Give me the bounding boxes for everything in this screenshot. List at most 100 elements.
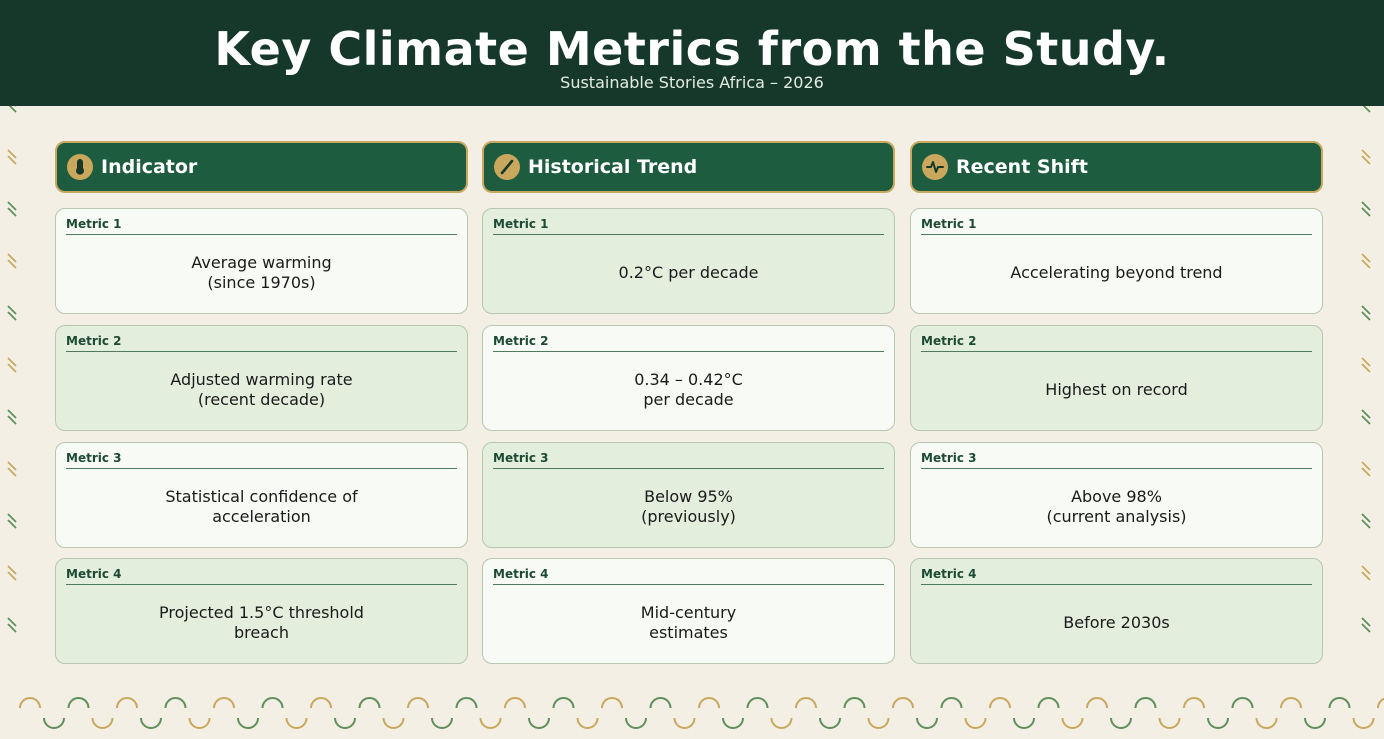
decorative-arc [722,717,744,729]
decorative-dash [7,565,17,581]
decorative-dash [7,461,17,477]
thermometer-icon [67,154,93,180]
metric-card: Metric 3 Above 98% (current analysis) [910,442,1323,548]
divider [493,351,884,352]
metric-tag: Metric 3 [493,451,549,465]
divider [921,234,1312,235]
decorative-arc [964,717,987,729]
decorative-arc [989,697,1011,709]
column-label: Indicator [101,156,198,178]
divider [493,468,884,469]
decorative-dash [7,617,17,633]
decorative-arc [528,717,550,729]
decorative-arc [649,697,672,709]
metric-card: Metric 4 Mid-century estimates [482,558,895,664]
decorative-arc [673,717,696,729]
decorative-dash [7,409,17,425]
metric-value: Mid-century estimates [640,603,737,642]
decorative-dash [1361,409,1371,425]
decorative-arc [1013,717,1035,729]
decorative-arc [1037,697,1060,709]
metric-tag: Metric 4 [66,567,122,581]
decorative-dash [7,253,17,269]
decorative-arc [334,717,356,729]
metric-card: Metric 4 Before 2030s [910,558,1323,664]
page-header: Key Climate Metrics from the Study. Sust… [0,0,1384,106]
column-header-recent-shift: Recent Shift [910,141,1323,193]
decorative-arc [43,717,65,729]
decorative-arc [116,697,138,709]
column-header-indicator: Indicator [55,141,468,193]
metric-tag: Metric 2 [493,334,549,348]
metric-card: Metric 2 Adjusted warming rate (recent d… [55,325,468,431]
metric-value: Adjusted warming rate (recent decade) [170,370,353,409]
metric-tag: Metric 4 [493,567,549,581]
metric-tag: Metric 1 [493,217,549,231]
decorative-arc [843,697,866,709]
decorative-dash [1361,461,1371,477]
divider [493,584,884,585]
trend-line-icon [494,154,520,180]
decorative-arc [552,697,575,709]
decorative-arc [1158,717,1181,729]
decorative-dash [7,201,17,217]
metric-value: 0.34 – 0.42°C per decade [634,370,743,409]
decorative-dash [1361,565,1371,581]
metric-tag: Metric 1 [66,217,122,231]
decorative-arc [1134,697,1157,709]
metric-value: Highest on record [1045,380,1188,399]
page-subtitle: Sustainable Stories Africa – 2026 [560,73,824,92]
decorative-arc [1061,717,1084,729]
decorative-arc [67,697,90,709]
decorative-arc [1183,697,1205,709]
metric-value: Average warming (since 1970s) [191,253,332,292]
metric-value: Before 2030s [1063,613,1170,632]
metric-tag: Metric 4 [921,567,977,581]
column-label: Recent Shift [956,156,1088,178]
divider [921,468,1312,469]
decorative-arc [479,717,502,729]
decorative-dash [1361,201,1371,217]
decorative-arc [892,697,914,709]
decorative-arc [867,717,890,729]
decorative-arc [382,717,405,729]
decorative-dash [7,149,17,165]
divider [493,234,884,235]
decorative-dash [1361,357,1371,373]
decorative-arc [1231,697,1254,709]
metric-value: Below 95% (previously) [641,487,736,526]
decorative-arc [140,717,162,729]
divider [921,584,1312,585]
decorative-dash [1361,305,1371,321]
decorative-arc [1207,717,1229,729]
metric-tag: Metric 2 [66,334,122,348]
decorative-arc [310,697,332,709]
decorative-arc [1110,717,1132,729]
decorative-dash [1361,253,1371,269]
decorative-arc [455,697,478,709]
decorative-dash [7,513,17,529]
pulse-icon [922,154,948,180]
metric-value: Projected 1.5°C threshold breach [159,603,364,642]
decorative-arc [1352,717,1375,729]
decorative-arc [601,697,623,709]
metric-card: Metric 3 Below 95% (previously) [482,442,895,548]
decorative-arc [285,717,308,729]
metric-card: Metric 2 Highest on record [910,325,1323,431]
divider [66,468,457,469]
decorative-arc [940,697,963,709]
decorative-arc [1255,717,1278,729]
divider [66,351,457,352]
metric-card: Metric 1 Accelerating beyond trend [910,208,1323,314]
decorative-arc [795,697,817,709]
metric-tag: Metric 2 [921,334,977,348]
divider [921,351,1312,352]
decorative-arc [819,717,841,729]
metric-card: Metric 3 Statistical confidence of accel… [55,442,468,548]
metric-card: Metric 1 0.2°C per decade [482,208,895,314]
decorative-arc [237,717,259,729]
decorative-arc [1328,697,1351,709]
decorative-arc [91,717,114,729]
metric-card: Metric 1 Average warming (since 1970s) [55,208,468,314]
decorative-arc [504,697,526,709]
